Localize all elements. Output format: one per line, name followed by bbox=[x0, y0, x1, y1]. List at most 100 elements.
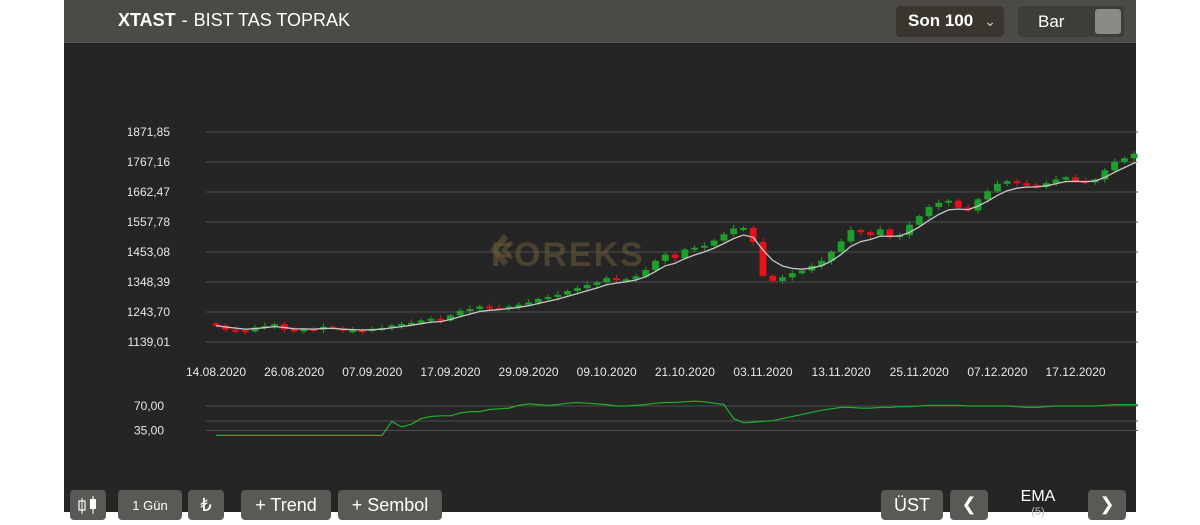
candle-body bbox=[1023, 183, 1031, 186]
candle bbox=[290, 325, 298, 334]
previous-indicator-button[interactable]: ❮ bbox=[950, 490, 988, 520]
candle bbox=[847, 226, 855, 244]
candle-body bbox=[661, 254, 669, 261]
candle bbox=[486, 303, 493, 310]
date-tick-label: 09.10.2020 bbox=[577, 365, 637, 379]
candle bbox=[993, 180, 1001, 193]
candle-body bbox=[798, 270, 806, 274]
candle bbox=[671, 251, 679, 262]
candle-body bbox=[847, 229, 855, 242]
date-tick-label: 26.08.2020 bbox=[264, 365, 324, 379]
price-chart[interactable]: FOREKS 1871,85 1767,16 1662,47 1557,78 1453,… bbox=[128, 0, 1138, 486]
indicator-name: EMA bbox=[1020, 488, 1056, 505]
candle-body bbox=[544, 297, 552, 300]
candle-body bbox=[573, 288, 581, 291]
candle bbox=[1003, 179, 1011, 187]
candle-body bbox=[1120, 158, 1128, 162]
candle-body bbox=[1072, 177, 1079, 181]
candle-body bbox=[740, 227, 747, 230]
candle bbox=[818, 257, 826, 269]
candlestick-series bbox=[212, 151, 1138, 335]
indicator-grid bbox=[206, 405, 1138, 431]
candle-body bbox=[613, 278, 620, 281]
upper-panel-button[interactable]: ÜST bbox=[881, 490, 943, 520]
candle bbox=[945, 199, 952, 207]
chart-app: XTAST - BIST TAS TOPRAK Son 100 ⌄ Bar FORE… bbox=[64, 0, 1138, 520]
candle-body bbox=[984, 191, 992, 200]
candle bbox=[1120, 156, 1128, 165]
candle bbox=[378, 324, 386, 332]
add-symbol-button[interactable]: + Sembol bbox=[338, 490, 442, 520]
candle bbox=[788, 269, 796, 281]
candle bbox=[857, 228, 865, 236]
price-tick-label: 1557,78 bbox=[128, 215, 170, 229]
interval-button[interactable]: 1 Gün bbox=[118, 490, 182, 520]
candle-body bbox=[603, 278, 611, 283]
candle-body bbox=[1003, 181, 1011, 184]
candle-body bbox=[564, 290, 572, 295]
price-tick-label: 1453,08 bbox=[128, 245, 170, 259]
chevron-left-icon: ❮ bbox=[961, 494, 977, 514]
indicator-axis-labels: 70,00 35,00 bbox=[134, 399, 164, 438]
candle bbox=[261, 322, 269, 330]
candle-body bbox=[456, 310, 464, 316]
candle-body bbox=[212, 323, 220, 326]
currency-button[interactable]: ₺ bbox=[188, 490, 224, 520]
candle bbox=[954, 198, 962, 210]
candle-body bbox=[993, 183, 1001, 192]
candle bbox=[730, 225, 738, 237]
candle-body bbox=[935, 202, 943, 208]
date-tick-label: 17.12.2020 bbox=[1046, 365, 1106, 379]
candle-body bbox=[915, 216, 923, 225]
candle bbox=[447, 313, 454, 323]
candle-body bbox=[720, 234, 728, 241]
price-tick-label: 1767,16 bbox=[128, 155, 170, 169]
candle-style-button[interactable] bbox=[70, 490, 106, 520]
candle-body bbox=[857, 229, 865, 233]
indicator-tick-label: 70,00 bbox=[134, 399, 164, 413]
candle-body bbox=[290, 329, 298, 332]
candle-body bbox=[1111, 161, 1119, 171]
candle bbox=[886, 227, 894, 240]
candle-body bbox=[867, 232, 874, 236]
indicator-parameter: (5) bbox=[1031, 506, 1045, 518]
candle-body bbox=[534, 299, 542, 303]
next-indicator-button[interactable]: ❯ bbox=[1088, 490, 1126, 520]
candle-body bbox=[1062, 177, 1070, 180]
candle bbox=[935, 199, 943, 210]
candle bbox=[437, 315, 445, 324]
candle-body bbox=[945, 200, 952, 203]
candle bbox=[691, 245, 699, 252]
candlestick-icon bbox=[78, 496, 96, 514]
indicator-tick-label: 35,00 bbox=[134, 424, 164, 438]
candle bbox=[515, 302, 523, 310]
candle-body bbox=[876, 229, 884, 236]
candle-body bbox=[554, 294, 562, 298]
candle bbox=[906, 221, 913, 239]
candle-body bbox=[525, 302, 532, 305]
candle-body bbox=[486, 306, 493, 309]
candle-body bbox=[271, 324, 279, 327]
date-tick-label: 07.09.2020 bbox=[342, 365, 402, 379]
candle-body bbox=[417, 320, 425, 323]
candle bbox=[1111, 158, 1119, 173]
candle-body bbox=[925, 207, 933, 217]
candle-body bbox=[593, 282, 601, 285]
candle-body bbox=[730, 228, 738, 235]
candle bbox=[720, 231, 728, 243]
candle-body bbox=[691, 247, 699, 250]
candle bbox=[876, 225, 884, 237]
candle-body bbox=[681, 249, 689, 259]
candle bbox=[603, 275, 611, 285]
price-tick-label: 1871,85 bbox=[128, 125, 170, 139]
candle bbox=[632, 273, 640, 283]
date-tick-label: 07.12.2020 bbox=[967, 365, 1027, 379]
candle bbox=[271, 322, 279, 329]
candle-body bbox=[1130, 153, 1138, 159]
candle bbox=[759, 238, 767, 278]
add-trend-button[interactable]: + Trend bbox=[241, 490, 331, 520]
candle-body bbox=[476, 306, 484, 310]
candle-body bbox=[232, 329, 239, 332]
candle-body bbox=[241, 330, 249, 333]
candle-body bbox=[769, 275, 777, 281]
